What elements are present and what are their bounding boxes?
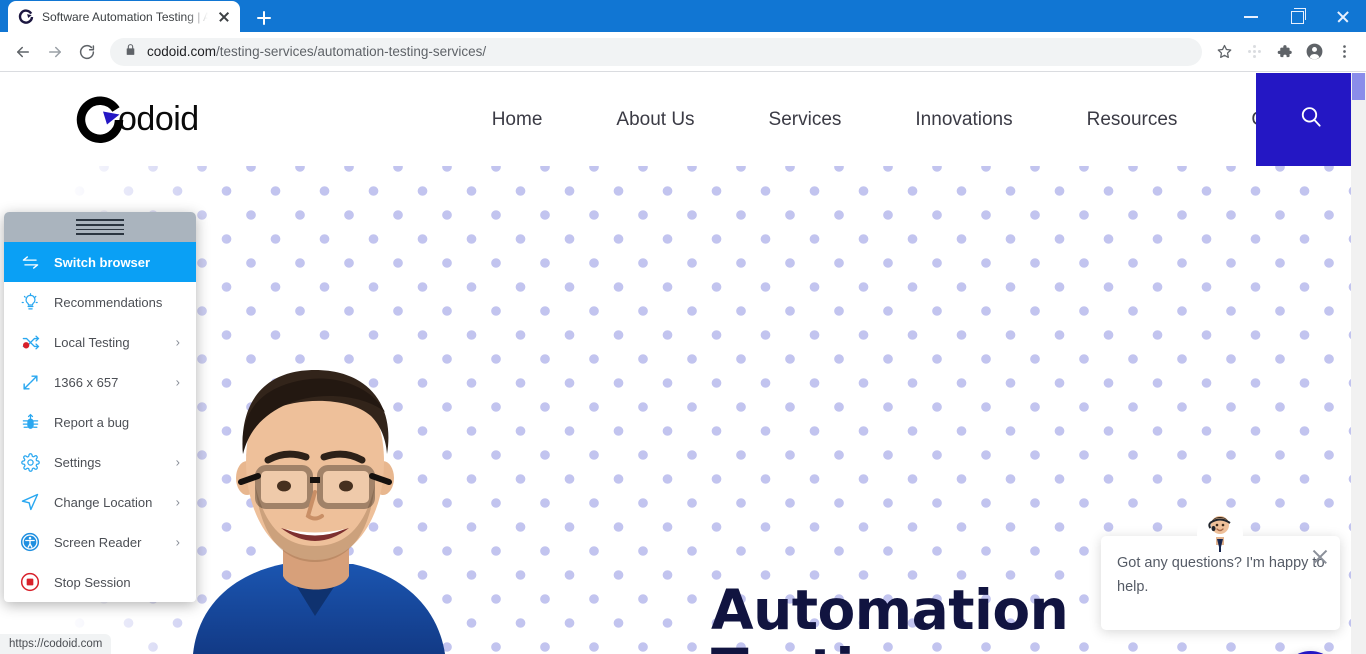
panel-item-stop-session[interactable]: Stop Session <box>4 562 196 602</box>
maximize-icon[interactable] <box>1274 0 1320 32</box>
extensions-puzzle-icon[interactable] <box>1270 38 1298 66</box>
panel-item-resolution[interactable]: 1366 x 657 › <box>4 362 196 402</box>
browserstack-local-panel: Switch browser Recommendations Local Tes… <box>4 212 196 602</box>
page-viewport: Automation Testing Services odoid Home A… <box>0 73 1366 654</box>
panel-item-label: Screen Reader <box>54 534 142 550</box>
hero-person-photo <box>165 354 465 654</box>
panel-item-label: 1366 x 657 <box>54 374 119 390</box>
url-path: /testing-services/automation-testing-ser… <box>216 44 487 59</box>
nav-item-home[interactable]: Home <box>455 109 580 131</box>
tab-strip: Software Automation Testing | A <box>0 0 1366 32</box>
site-logo[interactable]: odoid <box>76 96 199 144</box>
site-header: odoid Home About Us Services Innovations… <box>0 73 1366 166</box>
minimize-icon[interactable] <box>1228 0 1274 32</box>
new-tab-button[interactable] <box>250 4 278 32</box>
chevron-right-icon: › <box>175 494 180 510</box>
browser-tab[interactable]: Software Automation Testing | A <box>8 1 240 32</box>
nav-item-innovations[interactable]: Innovations <box>878 109 1049 131</box>
reload-icon[interactable] <box>72 37 102 67</box>
bug-icon <box>20 412 40 432</box>
nav-item-about-us[interactable]: About Us <box>579 109 731 131</box>
chevron-right-icon: › <box>175 374 180 390</box>
panel-item-label: Recommendations <box>54 294 163 310</box>
browser-toolbar: codoid.com/testing-services/automation-t… <box>0 32 1366 72</box>
panel-item-change-location[interactable]: Change Location › <box>4 482 196 522</box>
chat-agent-avatar <box>1197 511 1243 557</box>
site-nav: Home About Us Services Innovations Resou… <box>455 109 1366 131</box>
lock-icon <box>124 43 137 61</box>
nav-item-resources[interactable]: Resources <box>1050 109 1215 131</box>
url-text: codoid.com/testing-services/automation-t… <box>147 44 486 59</box>
chat-prompt-text: Got any questions? I'm happy to help. <box>1117 555 1325 595</box>
forward-icon[interactable] <box>40 37 70 67</box>
codoid-logo-mark <box>76 96 124 144</box>
panel-item-local-testing[interactable]: Local Testing › <box>4 322 196 362</box>
gear-icon <box>20 452 40 472</box>
window-controls <box>1228 0 1366 32</box>
page-scrollbar[interactable] <box>1351 73 1366 654</box>
stop-icon <box>20 572 40 592</box>
chat-close-icon[interactable] <box>1310 547 1330 567</box>
panel-drag-handle[interactable] <box>4 212 196 242</box>
bookmark-star-icon[interactable] <box>1210 38 1238 66</box>
panel-item-label: Local Testing <box>54 334 130 350</box>
codoid-favicon <box>18 8 34 25</box>
panel-item-label: Change Location <box>54 494 153 510</box>
browser-menu-icon[interactable] <box>1330 38 1358 66</box>
drag-handle-icon <box>76 216 124 237</box>
panel-item-report-a-bug[interactable]: Report a bug <box>4 402 196 442</box>
accessibility-icon <box>20 532 40 552</box>
window-close-icon[interactable] <box>1320 0 1366 32</box>
panel-item-label: Switch browser <box>54 254 151 270</box>
panel-item-screen-reader[interactable]: Screen Reader › <box>4 522 196 562</box>
address-bar[interactable]: codoid.com/testing-services/automation-t… <box>110 37 1202 66</box>
chevron-right-icon: › <box>175 334 180 350</box>
page-scrollbar-thumb[interactable] <box>1352 73 1365 100</box>
panel-item-switch-browser[interactable]: Switch browser <box>4 242 196 282</box>
panel-item-label: Report a bug <box>54 414 130 430</box>
site-search-button[interactable] <box>1256 73 1366 166</box>
location-arrow-icon <box>20 492 40 512</box>
browser-window: Software Automation Testing | A codoid.c… <box>0 0 1366 654</box>
chevron-right-icon: › <box>175 454 180 470</box>
panel-item-settings[interactable]: Settings › <box>4 442 196 482</box>
profile-avatar-icon[interactable] <box>1300 38 1328 66</box>
url-domain: codoid.com <box>147 44 217 59</box>
back-icon[interactable] <box>8 37 38 67</box>
tab-title: Software Automation Testing | A <box>42 9 208 24</box>
site-logo-text: odoid <box>118 100 199 138</box>
nav-item-services[interactable]: Services <box>732 109 879 131</box>
chevron-right-icon: › <box>175 534 180 550</box>
close-icon[interactable] <box>216 9 232 25</box>
resize-icon <box>20 372 40 392</box>
switch-arrows-icon <box>20 252 40 272</box>
hero-title-line-1: Automation <box>711 578 1069 642</box>
status-bar: https://codoid.com <box>0 634 112 654</box>
search-icon <box>1298 104 1324 135</box>
panel-item-recommendations[interactable]: Recommendations <box>4 282 196 322</box>
local-testing-icon <box>20 332 40 352</box>
panel-item-label: Stop Session <box>54 574 131 590</box>
apps-grid-icon[interactable] <box>1240 38 1268 66</box>
lightbulb-icon <box>20 292 40 312</box>
status-bar-text: https://codoid.com <box>9 638 103 650</box>
panel-item-label: Settings <box>54 454 101 470</box>
hero-title: Automation Testing Services <box>711 578 1069 654</box>
